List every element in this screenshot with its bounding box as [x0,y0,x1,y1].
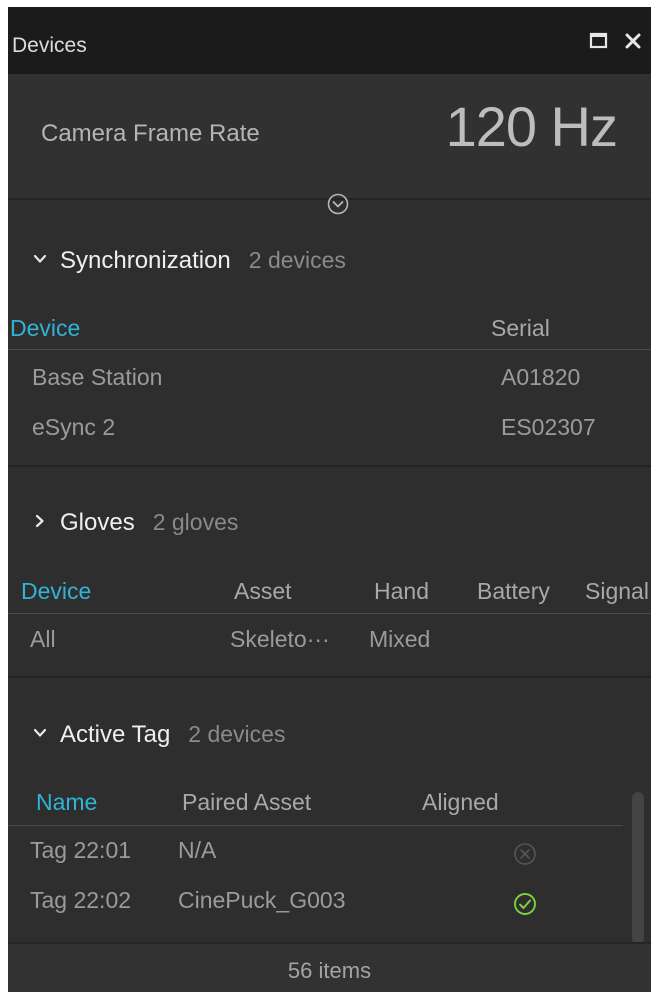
title-bar: Devices [8,7,651,74]
name-cell: Tag 22:01 [30,837,132,863]
header-rule [8,613,651,614]
section-header-gloves[interactable]: Gloves 2 gloves [32,509,238,537]
serial-cell: A01820 [501,364,581,390]
hand-cell: Mixed [369,626,431,652]
table-row[interactable]: All Skeleto··· Mixed [8,619,633,665]
window-restore-icon[interactable] [588,30,610,52]
chevron-right-icon [35,514,44,528]
table-row[interactable]: Base Station A01820 [8,359,633,405]
item-count: 56 items [287,958,372,983]
serial-cell: ES02307 [501,414,596,440]
device-cell: Base Station [32,364,163,390]
column-header-device[interactable]: Device [10,315,80,342]
divider [8,465,651,467]
frame-rate-value: 120 Hz [445,95,618,158]
column-header-device[interactable]: Device [21,578,91,605]
chevron-down-icon [33,254,47,263]
table-row[interactable]: eSync 2 ES02307 [8,409,633,455]
section-count: 2 gloves [152,509,239,535]
section-header-synchronization[interactable]: Synchronization 2 devices [32,247,346,275]
section-count: 2 devices [248,247,346,273]
column-header-signal[interactable]: Signal [585,578,649,605]
column-header-hand[interactable]: Hand [374,578,429,605]
asset-cell: Skeleto··· [230,626,330,652]
close-icon[interactable] [622,30,644,52]
table-row[interactable]: Tag 22:01 N/A [8,830,633,876]
frame-rate-label: Camera Frame Rate [41,120,260,147]
check-circle-icon [514,893,536,915]
section-title: Gloves [60,509,135,536]
column-header-aligned[interactable]: Aligned [422,789,499,816]
expand-circle-icon[interactable] [326,192,350,216]
panel-title: Devices [12,34,87,57]
device-cell: eSync 2 [32,414,116,440]
section-count: 2 devices [188,721,286,747]
devices-panel: Devices Camera Frame Rate 120 Hz Synchro… [8,7,651,992]
column-header-asset[interactable]: Asset [234,578,292,605]
section-title: Active Tag [60,721,171,748]
section-header-active-tag[interactable]: Active Tag 2 devices [32,721,285,749]
header-rule [8,825,623,826]
device-cell: All [30,626,56,652]
header-rule [8,349,651,350]
column-header-paired-asset[interactable]: Paired Asset [182,789,311,816]
x-circle-icon [514,843,536,865]
frame-rate-box: Camera Frame Rate 120 Hz [8,74,651,198]
scrollbar[interactable] [632,792,644,944]
column-header-battery[interactable]: Battery [477,578,550,605]
paired-asset-cell: N/A [178,837,217,863]
status-footer: 56 items [8,942,651,992]
name-cell: Tag 22:02 [30,887,132,913]
column-header-serial[interactable]: Serial [491,315,550,342]
paired-asset-cell: CinePuck_G003 [178,887,346,913]
chevron-down-icon [33,728,47,737]
section-title: Synchronization [60,247,231,274]
divider [8,676,651,678]
table-row[interactable]: Tag 22:02 CinePuck_G003 [8,880,633,926]
column-header-name[interactable]: Name [36,789,97,816]
